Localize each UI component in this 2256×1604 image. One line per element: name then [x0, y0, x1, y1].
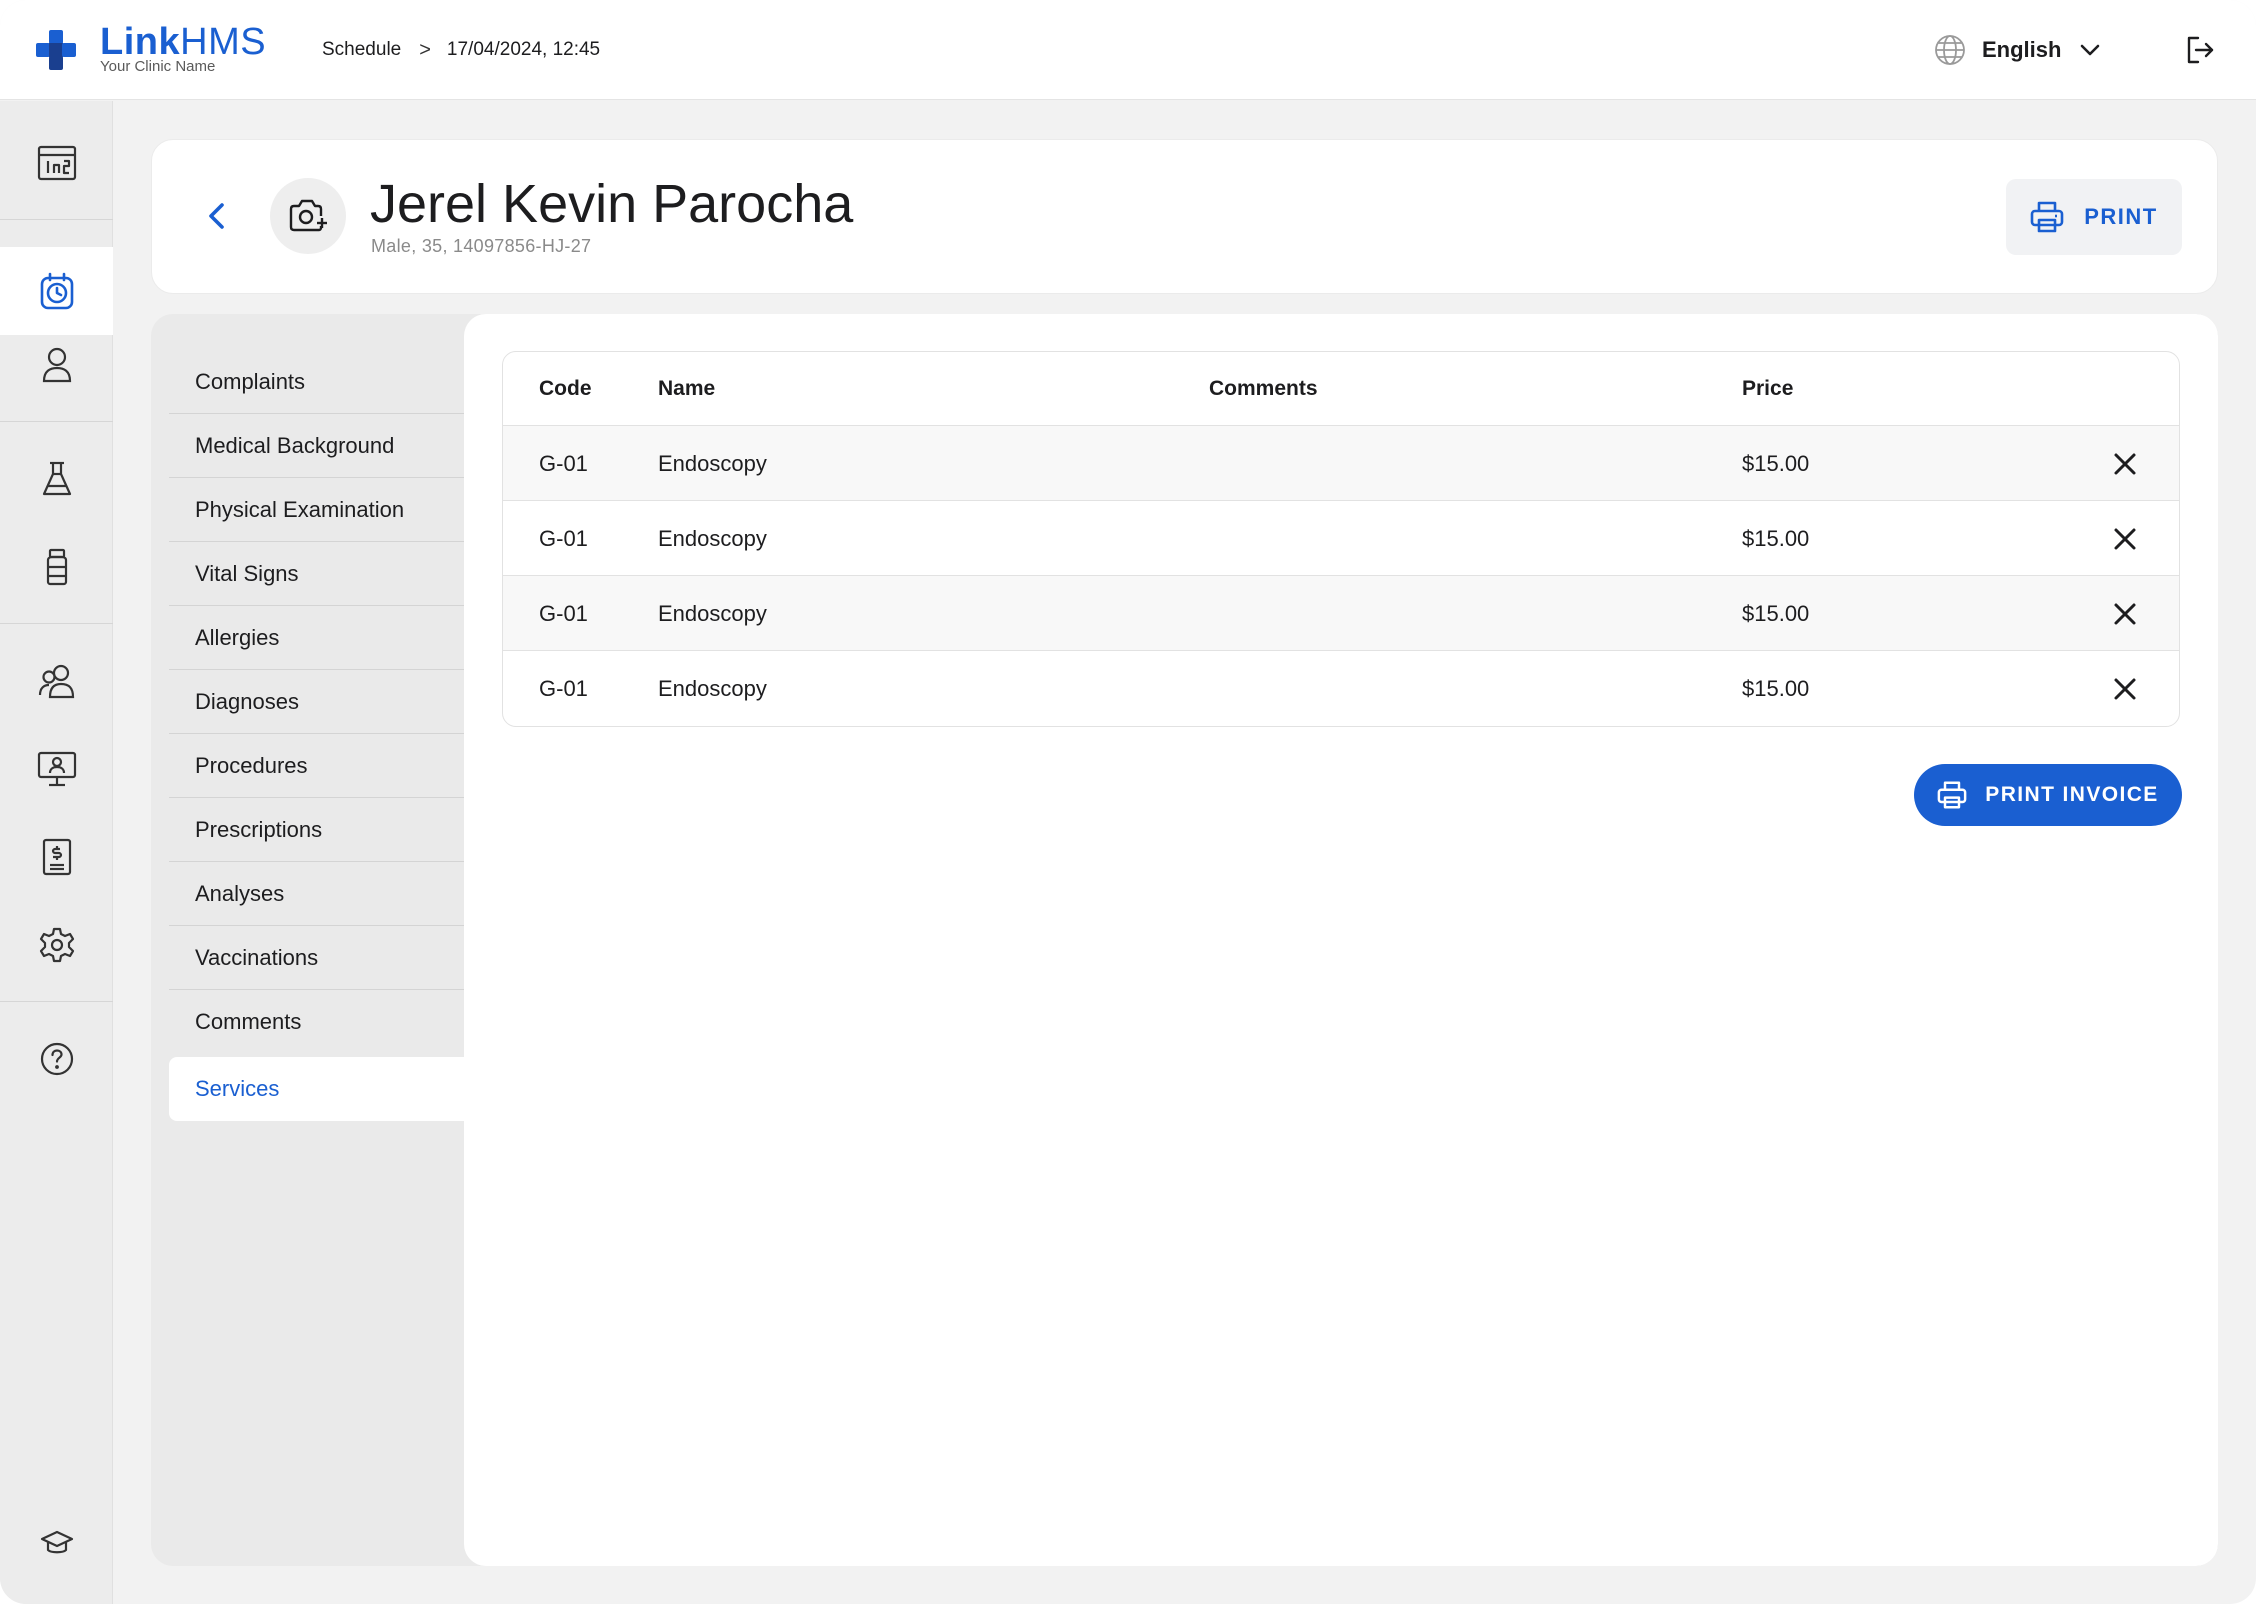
table-row[interactable]: G-01 Endoscopy $15.00	[503, 426, 2179, 501]
remove-service-button[interactable]	[2109, 448, 2141, 480]
printer-icon	[2030, 201, 2064, 233]
patient-meta: Male, 35, 14097856-HJ-27	[371, 236, 592, 256]
cell-code: G-01	[539, 600, 588, 626]
medicine-bottle-icon	[46, 548, 67, 586]
cell-name: Endoscopy	[658, 600, 767, 626]
brand-logo[interactable]: LinkHMS Your Clinic Name	[36, 21, 306, 76]
cell-name: Endoscopy	[658, 450, 767, 476]
printer-icon	[1937, 781, 1967, 809]
menu-item-analyses[interactable]: Analyses	[169, 862, 464, 926]
table-row[interactable]: G-01 Endoscopy $15.00	[503, 501, 2179, 576]
rail-settings[interactable]	[0, 901, 113, 989]
close-icon	[2114, 528, 2136, 550]
column-header-price[interactable]: Price	[1742, 352, 1793, 426]
menu-item-comments[interactable]: Comments	[169, 990, 464, 1054]
close-icon	[2114, 603, 2136, 625]
cell-code: G-01	[539, 450, 588, 476]
logo-cross-icon	[36, 30, 76, 70]
rail-telemedicine[interactable]	[0, 725, 113, 813]
billing-document-icon	[42, 838, 71, 876]
education-cap-icon	[40, 1530, 73, 1554]
column-header-code[interactable]: Code	[539, 352, 592, 426]
remove-service-button[interactable]	[2109, 523, 2141, 555]
menu-item-vaccinations[interactable]: Vaccinations	[169, 926, 464, 990]
breadcrumb-current: 17/04/2024, 12:45	[446, 39, 601, 60]
rail-patients[interactable]	[0, 321, 113, 409]
patient-header: Jerel Kevin Parocha Male, 35, 14097856-H…	[151, 139, 2218, 294]
menu-item-allergies[interactable]: Allergies	[169, 606, 464, 670]
app-frame: LinkHMS Your Clinic Name Schedule > 17/0…	[0, 0, 2256, 1604]
cell-price: $15.00	[1742, 675, 1810, 701]
column-header-comments[interactable]: Comments	[1209, 352, 1318, 426]
table-row[interactable]: G-01 Endoscopy $15.00	[503, 576, 2179, 651]
cell-price: $15.00	[1742, 525, 1810, 551]
cell-code: G-01	[539, 675, 588, 701]
person-icon	[42, 347, 71, 383]
cell-price: $15.00	[1742, 450, 1810, 476]
breadcrumb-schedule[interactable]: Schedule	[322, 39, 401, 61]
menu-item-services[interactable]: Services	[169, 1057, 464, 1121]
globe-icon	[1935, 35, 1965, 65]
rail-pharmacy[interactable]	[0, 523, 113, 611]
services-table: Code Name Comments Price G-01 Endoscopy …	[502, 351, 2180, 727]
dashboard-icon	[37, 145, 76, 181]
menu-item-vital-signs[interactable]: Vital Signs	[169, 542, 464, 606]
chevron-down-icon	[2081, 44, 2100, 56]
remove-service-button[interactable]	[2109, 673, 2141, 705]
language-selector[interactable]: English	[1934, 30, 2101, 70]
cell-name: Endoscopy	[658, 525, 767, 551]
menu-item-procedures[interactable]: Procedures	[169, 734, 464, 798]
print-invoice-label: PRINT INVOICE	[1985, 783, 2159, 806]
cell-name: Endoscopy	[658, 675, 767, 701]
breadcrumb: Schedule > 17/04/2024, 12:45	[322, 37, 600, 63]
rail-dashboard[interactable]	[0, 119, 113, 207]
menu-item-physical-examination[interactable]: Physical Examination	[169, 478, 464, 542]
avatar-upload[interactable]	[270, 178, 346, 254]
table-header: Code Name Comments Price	[503, 352, 2179, 426]
lab-flask-icon	[42, 461, 71, 496]
remove-service-button[interactable]	[2109, 598, 2141, 630]
services-content: Code Name Comments Price G-01 Endoscopy …	[464, 314, 2218, 1566]
record-panel: Complaints Medical Background Physical E…	[151, 314, 2218, 1566]
logout-icon[interactable]	[2184, 34, 2216, 66]
menu-item-prescriptions[interactable]: Prescriptions	[169, 798, 464, 862]
nav-rail	[0, 101, 113, 1604]
column-header-name[interactable]: Name	[658, 352, 715, 426]
help-icon	[40, 1042, 73, 1076]
language-label: English	[1982, 37, 2062, 62]
staff-group-icon	[38, 664, 74, 699]
rail-academy[interactable]	[0, 1499, 113, 1587]
settings-gear-icon	[39, 927, 74, 963]
rail-help[interactable]	[0, 1015, 113, 1103]
rail-staff[interactable]	[0, 637, 113, 725]
table-row[interactable]: G-01 Endoscopy $15.00	[503, 651, 2179, 726]
menu-item-diagnoses[interactable]: Diagnoses	[169, 670, 464, 734]
patient-name: Jerel Kevin Parocha	[370, 174, 854, 234]
cell-price: $15.00	[1742, 600, 1810, 626]
cell-code: G-01	[539, 525, 588, 551]
top-bar: LinkHMS Your Clinic Name Schedule > 17/0…	[0, 0, 2256, 100]
print-invoice-button[interactable]: PRINT INVOICE	[1914, 764, 2182, 826]
brand-subtitle: Your Clinic Name	[100, 58, 216, 75]
rail-laboratory[interactable]	[0, 435, 113, 523]
close-icon	[2114, 678, 2136, 700]
breadcrumb-separator: >	[419, 38, 431, 61]
schedule-clock-icon	[40, 272, 73, 310]
record-section-menu: Complaints Medical Background Physical E…	[151, 314, 464, 1566]
menu-item-complaints[interactable]: Complaints	[169, 350, 464, 414]
camera-add-icon	[289, 199, 327, 232]
monitor-doctor-icon	[37, 751, 76, 787]
menu-item-medical-background[interactable]: Medical Background	[169, 414, 464, 478]
print-button-label: PRINT	[2084, 204, 2158, 229]
back-arrow-icon[interactable]	[198, 196, 238, 236]
print-button[interactable]: PRINT	[2006, 179, 2182, 255]
close-icon	[2114, 453, 2136, 475]
rail-billing[interactable]	[0, 813, 113, 901]
brand-name: LinkHMS	[100, 21, 267, 63]
